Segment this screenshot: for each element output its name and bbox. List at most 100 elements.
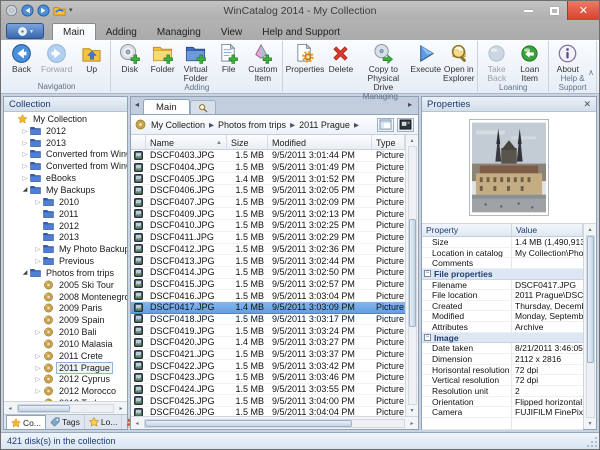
property-row-dimension[interactable]: Dimension2112 x 2816 bbox=[422, 354, 583, 365]
tree-item-converted-from-wincatalog[interactable]: ▷Converted from WinCatalog bbox=[4, 149, 127, 161]
file-row-dscf0426-jpg[interactable]: DSCF0426.JPG1.5 MB9/5/2011 3:04:04 PMPic… bbox=[131, 407, 405, 416]
tab-adding[interactable]: Adding bbox=[96, 24, 147, 40]
file-row-dscf0419-jpg[interactable]: DSCF0419.JPG1.5 MB9/5/2011 3:03:24 PMPic… bbox=[131, 325, 405, 337]
tree-item-my-photo-backup-old[interactable]: ▷My Photo Backup (Old) bbox=[4, 243, 127, 255]
change-view-button[interactable] bbox=[377, 118, 394, 132]
expander-open-icon[interactable]: ◢ bbox=[20, 186, 30, 193]
property-row-modified[interactable]: ModifiedMonday, Septembe... bbox=[422, 311, 583, 322]
tree-item-2013[interactable]: 2013 bbox=[4, 231, 127, 243]
doc-tab-main[interactable]: Main bbox=[143, 99, 190, 114]
forward-circle-icon[interactable] bbox=[37, 4, 50, 17]
column-header-name[interactable]: Name▲ bbox=[146, 135, 227, 149]
back-circle-icon[interactable] bbox=[21, 4, 34, 17]
tree-item-2012[interactable]: ▷2012 bbox=[4, 125, 127, 137]
file-row-dscf0403-jpg[interactable]: DSCF0403.JPG1.5 MB9/5/2011 3:01:44 PMPic… bbox=[131, 150, 405, 162]
list-horizontal-scrollbar[interactable]: ◂ ▸ bbox=[131, 416, 418, 429]
resize-grip-icon[interactable] bbox=[586, 436, 598, 448]
property-row-horisontal-resolution[interactable]: Horisontal resolution72 dpi bbox=[422, 365, 583, 376]
app-menu-button[interactable]: ▾ bbox=[6, 23, 44, 39]
sidebar-tab-lo[interactable]: Lo... bbox=[85, 415, 123, 429]
ribbon-collapse-icon[interactable]: ∧ bbox=[588, 68, 594, 77]
breadcrumb-arrow-icon[interactable]: ▶ bbox=[289, 121, 296, 129]
tree-item-2013[interactable]: ▷2013 bbox=[4, 137, 127, 149]
column-header-type[interactable]: Type bbox=[372, 135, 405, 149]
column-header-icon[interactable] bbox=[131, 135, 146, 149]
about-button[interactable]: About bbox=[551, 41, 584, 74]
property-row-resolution-unit[interactable]: Resolution unit2 bbox=[422, 386, 583, 397]
property-group-image[interactable]: −Image bbox=[422, 333, 583, 344]
property-group-file-properties[interactable]: −File properties bbox=[422, 269, 583, 280]
file-row-dscf0416-jpg[interactable]: DSCF0416.JPG1.5 MB9/5/2011 3:03:04 PMPic… bbox=[131, 290, 405, 302]
file-row-dscf0425-jpg[interactable]: DSCF0425.JPG1.5 MB9/5/2011 3:04:00 PMPic… bbox=[131, 395, 405, 407]
scroll-track[interactable] bbox=[408, 146, 417, 405]
virtual-folder-button[interactable]: Virtual Folder bbox=[179, 41, 212, 83]
disk-button[interactable]: Disk bbox=[113, 41, 146, 74]
scroll-track[interactable] bbox=[144, 419, 405, 428]
scroll-down-icon[interactable]: ▾ bbox=[588, 418, 591, 429]
collapse-group-icon[interactable]: − bbox=[424, 334, 431, 341]
file-row-dscf0415-jpg[interactable]: DSCF0415.JPG1.5 MB9/5/2011 3:02:57 PMPic… bbox=[131, 279, 405, 291]
expander-closed-icon[interactable]: ▷ bbox=[20, 127, 30, 135]
scroll-track[interactable] bbox=[586, 235, 595, 418]
scroll-thumb[interactable] bbox=[145, 420, 352, 427]
tree-item-2011-prague[interactable]: ▷2011 Prague bbox=[4, 362, 127, 374]
scroll-left-icon[interactable]: ◂ bbox=[4, 405, 16, 412]
property-column-header[interactable]: Property bbox=[422, 224, 512, 236]
loan-item-button[interactable]: Loan Item bbox=[513, 41, 546, 83]
file-row-dscf0417-jpg[interactable]: DSCF0417.JPG1.4 MB9/5/2011 3:03:09 PMPic… bbox=[131, 302, 405, 314]
forward-button[interactable]: Forward bbox=[38, 41, 75, 74]
copy-to-physical-drive-button[interactable]: Copy to Physical Drive bbox=[357, 41, 409, 92]
tree-item-2011[interactable]: 2011 bbox=[4, 208, 127, 220]
tree-item-2012-cyprus[interactable]: ▷2012 Cyprus bbox=[4, 374, 127, 386]
scroll-left-icon[interactable]: ◂ bbox=[131, 420, 143, 427]
scroll-down-icon[interactable]: ▾ bbox=[410, 405, 413, 416]
file-row-dscf0406-jpg[interactable]: DSCF0406.JPG1.5 MB9/5/2011 3:02:05 PMPic… bbox=[131, 185, 405, 197]
thumbnails-view-button[interactable] bbox=[397, 118, 414, 132]
file-row-dscf0414-jpg[interactable]: DSCF0414.JPG1.5 MB9/5/2011 3:02:50 PMPic… bbox=[131, 267, 405, 279]
expander-closed-icon[interactable]: ▷ bbox=[20, 174, 30, 182]
expander-closed-icon[interactable]: ▷ bbox=[20, 162, 30, 170]
property-row-filename[interactable]: FilenameDSCF0417.JPG bbox=[422, 280, 583, 291]
maximize-button[interactable] bbox=[541, 1, 567, 20]
expander-closed-icon[interactable]: ▷ bbox=[33, 352, 43, 360]
scroll-right-icon[interactable]: ▸ bbox=[406, 420, 418, 427]
breadcrumb-item-my-collection[interactable]: My Collection bbox=[148, 120, 208, 130]
properties-vertical-scrollbar[interactable]: ▴ ▾ bbox=[583, 224, 596, 429]
tree-item-2005-ski-tour[interactable]: 2005 Ski Tour bbox=[4, 279, 127, 291]
file-row-dscf0424-jpg[interactable]: DSCF0424.JPG1.5 MB9/5/2011 3:03:55 PMPic… bbox=[131, 384, 405, 396]
expander-closed-icon[interactable]: ▷ bbox=[33, 375, 43, 383]
property-row-created[interactable]: CreatedThursday, Decemb... bbox=[422, 301, 583, 312]
tree-item-2012[interactable]: 2012 bbox=[4, 220, 127, 232]
file-row-dscf0410-jpg[interactable]: DSCF0410.JPG1.5 MB9/5/2011 3:02:25 PMPic… bbox=[131, 220, 405, 232]
breadcrumb-item-2011-prague[interactable]: 2011 Prague bbox=[296, 120, 353, 130]
expander-closed-icon[interactable]: ▷ bbox=[33, 257, 43, 265]
list-vertical-scrollbar[interactable]: ▴ ▾ bbox=[405, 135, 418, 416]
scroll-up-icon[interactable]: ▴ bbox=[410, 135, 413, 146]
sidebar-tab-co[interactable]: Co... bbox=[6, 415, 46, 429]
property-row-vertical-resolution[interactable]: Vertical resolution72 dpi bbox=[422, 375, 583, 386]
back-button[interactable]: Back bbox=[5, 41, 38, 74]
scroll-thumb[interactable] bbox=[409, 219, 416, 327]
file-row-dscf0422-jpg[interactable]: DSCF0422.JPG1.5 MB9/5/2011 3:03:42 PMPic… bbox=[131, 360, 405, 372]
expander-closed-icon[interactable]: ▷ bbox=[33, 387, 43, 395]
property-row-camera[interactable]: CameraFUJIFILM FinePix F... bbox=[422, 407, 583, 418]
expander-closed-icon[interactable]: ▷ bbox=[20, 150, 30, 158]
folder-button[interactable]: Folder bbox=[146, 41, 179, 74]
property-row-file-location[interactable]: File location2011 Prague\DSCF... bbox=[422, 290, 583, 301]
property-row-attributes[interactable]: AttributesArchive bbox=[422, 322, 583, 333]
tree-item-2010-malasia[interactable]: 2010 Malasia bbox=[4, 338, 127, 350]
tab-view[interactable]: View bbox=[211, 24, 253, 40]
property-row-comments[interactable]: Comments bbox=[422, 258, 583, 269]
sidebar-tab-tags[interactable]: Tags bbox=[46, 415, 85, 429]
minimize-button[interactable] bbox=[515, 1, 541, 20]
scroll-up-icon[interactable]: ▴ bbox=[588, 224, 591, 235]
tab-managing[interactable]: Managing bbox=[147, 24, 211, 40]
tab-help-and-support[interactable]: Help and Support bbox=[252, 24, 350, 40]
tree-item-my-backups[interactable]: ◢My Backups bbox=[4, 184, 127, 196]
value-column-header[interactable]: Value bbox=[512, 224, 583, 236]
property-row-size[interactable]: Size1.4 MB (1,490,913 ... bbox=[422, 237, 583, 248]
tree-item-my-collection[interactable]: My Collection bbox=[4, 113, 127, 125]
collapse-group-icon[interactable]: − bbox=[424, 270, 431, 277]
properties-button[interactable]: Properties bbox=[285, 41, 324, 74]
breadcrumb-arrow-icon[interactable]: ▶ bbox=[208, 121, 215, 129]
